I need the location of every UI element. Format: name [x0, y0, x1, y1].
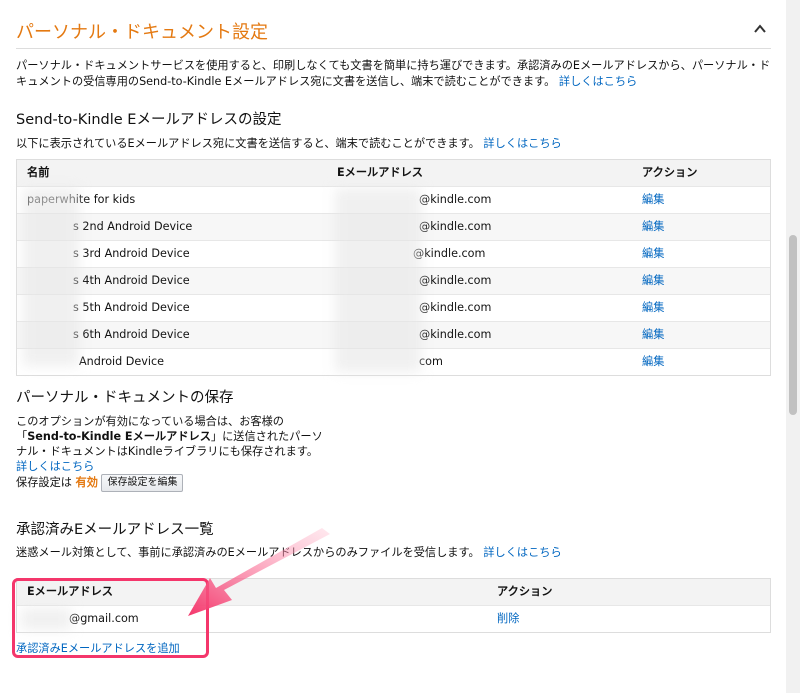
save-description: このオプションが有効になっている場合は、お客様の「Send-to-Kindle …: [16, 414, 326, 492]
section-title: パーソナル・ドキュメント設定: [16, 22, 268, 43]
edit-link[interactable]: 編集: [642, 268, 664, 294]
scrollbar-thumb[interactable]: [789, 235, 797, 415]
privacy-blur: [23, 188, 79, 366]
privacy-blur: [335, 188, 421, 372]
arrow-icon: [188, 528, 330, 616]
edit-link[interactable]: 編集: [642, 295, 664, 321]
column-header-name: 名前: [27, 166, 50, 179]
section-description: パーソナル・ドキュメントサービスを使用すると、印刷しなくても文書を簡単に持ち運び…: [16, 58, 772, 90]
device-name: s 3rd Android Device: [73, 247, 190, 260]
column-header-action: アクション: [497, 585, 553, 598]
device-name: s 5th Android Device: [73, 301, 190, 314]
send-to-kindle-table: 名前 Eメールアドレス アクション paperwhite for kids @k…: [16, 159, 771, 376]
device-name: s 4th Android Device: [73, 274, 190, 287]
scrollbar[interactable]: [786, 0, 800, 693]
device-name: s 2nd Android Device: [73, 220, 193, 233]
device-email: com: [419, 355, 443, 368]
device-name: Android Device: [79, 355, 165, 368]
send-to-kindle-description: 以下に表示されているEメールアドレス宛に文書を送信すると、端末で読むことができま…: [16, 136, 562, 152]
learn-more-link[interactable]: 詳しくはこちら: [483, 137, 561, 150]
device-name: s 6th Android Device: [73, 328, 190, 341]
save-heading: パーソナル・ドキュメントの保存: [16, 390, 234, 406]
delete-link[interactable]: 削除: [497, 606, 519, 632]
section-description-text: パーソナル・ドキュメントサービスを使用すると、印刷しなくても文書を簡単に持ち運び…: [16, 59, 771, 88]
device-email: @kindle.com: [419, 274, 492, 287]
device-email: @kindle.com: [419, 301, 492, 314]
save-status-label: 保存設定は: [16, 476, 72, 489]
send-to-kindle-description-text: 以下に表示されているEメールアドレス宛に文書を送信すると、端末で読むことができま…: [16, 137, 480, 150]
device-email: @kindle.com: [419, 220, 492, 233]
column-header-email: Eメールアドレス: [337, 166, 423, 179]
table-header-row: 名前 Eメールアドレス アクション: [17, 160, 770, 186]
device-email: @kindle.com: [419, 328, 492, 341]
learn-more-link[interactable]: 詳しくはこちら: [559, 75, 637, 88]
send-to-kindle-heading: Send-to-Kindle Eメールアドレスの設定: [16, 112, 282, 128]
page: パーソナル・ドキュメント設定 パーソナル・ドキュメントサービスを使用すると、印刷…: [0, 0, 800, 693]
learn-more-link[interactable]: 詳しくはこちら: [16, 460, 94, 473]
edit-link[interactable]: 編集: [642, 241, 664, 267]
edit-link[interactable]: 編集: [642, 322, 664, 348]
chevron-up-icon[interactable]: [753, 22, 767, 36]
column-header-action: アクション: [642, 166, 698, 179]
device-email: @kindle.com: [413, 247, 486, 260]
edit-link[interactable]: 編集: [642, 349, 664, 375]
section-header[interactable]: パーソナル・ドキュメント設定: [16, 10, 771, 49]
save-status-badge: 有効: [75, 476, 98, 489]
edit-save-settings-button[interactable]: 保存設定を編集: [101, 474, 184, 492]
save-text-bold: Send-to-Kindle Eメールアドレス: [27, 430, 211, 443]
device-email: @kindle.com: [419, 193, 492, 206]
edit-link[interactable]: 編集: [642, 187, 664, 213]
learn-more-link[interactable]: 詳しくはこちら: [483, 546, 561, 559]
edit-link[interactable]: 編集: [642, 214, 664, 240]
